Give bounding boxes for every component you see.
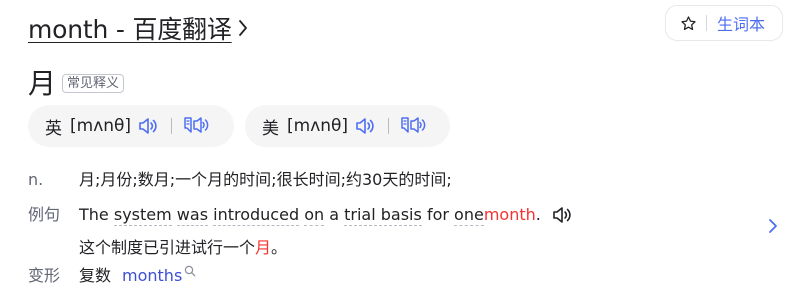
example-row: 例句 The system was introduced on a trial …: [28, 201, 573, 258]
example-word: for: [426, 205, 449, 224]
divider: [388, 118, 390, 134]
vocabulary-book-label: 生词本: [717, 15, 766, 34]
inflection-form-link[interactable]: months: [122, 266, 182, 285]
follow-read-icon[interactable]: [182, 115, 212, 137]
divider: [706, 15, 707, 31]
example-chinese-highlight: 月: [255, 237, 272, 257]
pronunciation-region: 英: [45, 118, 62, 139]
example-chinese-after: 。: [271, 237, 288, 257]
headword: 月: [28, 67, 57, 100]
pronunciation-region: 美: [262, 118, 279, 139]
example-word[interactable]: one: [454, 205, 484, 226]
example-chinese-before: 这个制度已引进试行一个: [79, 237, 256, 257]
chevron-right-icon[interactable]: [238, 19, 248, 37]
inflection-type: 复数: [79, 266, 112, 285]
example-label: 例句: [28, 205, 61, 224]
title-row: month - 百度翻译: [28, 10, 248, 46]
definition-text: 月;月份;数月;一个月的时间;很长时间;约30天的时间;: [79, 170, 452, 189]
example-word: a: [329, 205, 340, 224]
example-word[interactable]: on: [304, 205, 325, 226]
example-period: .: [535, 205, 541, 224]
speaker-icon[interactable]: [137, 116, 159, 136]
example-word[interactable]: system: [113, 205, 172, 226]
example-word: The: [79, 205, 109, 224]
inflection-label: 变形: [28, 266, 61, 285]
part-of-speech: n.: [28, 170, 44, 189]
phonetic-text: [mʌnθ]: [70, 116, 132, 136]
pronunciation-us: 美 [mʌnθ]: [245, 105, 450, 147]
example-chinese: 这个制度已引进试行一个月。: [79, 234, 573, 258]
star-icon: [680, 15, 697, 32]
headword-row: 月 常见释义: [28, 62, 125, 102]
speaker-icon[interactable]: [354, 116, 376, 136]
example-block: The system was introduced on a trial bas…: [79, 205, 573, 258]
example-english-words: The system was introduced on a trial bas…: [79, 205, 484, 226]
follow-read-icon[interactable]: [399, 115, 429, 137]
search-icon[interactable]: [184, 265, 196, 277]
pronunciation-uk: 英 [mʌnθ]: [28, 105, 234, 147]
example-word[interactable]: trial basis: [344, 205, 422, 226]
example-english: The system was introduced on a trial bas…: [79, 205, 573, 226]
next-example-arrow-icon[interactable]: [768, 217, 778, 235]
definition-row: n. 月;月份;数月;一个月的时间;很长时间;约30天的时间;: [28, 166, 452, 190]
page-title-link[interactable]: month - 百度翻译: [28, 10, 232, 46]
example-word[interactable]: was: [176, 205, 209, 226]
speaker-icon[interactable]: [551, 205, 573, 225]
phonetic-text: [mʌnθ]: [287, 116, 349, 136]
divider: [171, 118, 173, 134]
example-highlight-word: month: [483, 205, 536, 224]
example-word[interactable]: introduced: [213, 205, 300, 226]
common-meaning-tag: 常见释义: [62, 73, 125, 93]
inflection-row: 变形 复数 months: [28, 262, 196, 286]
vocabulary-book-button[interactable]: 生词本: [665, 5, 783, 41]
